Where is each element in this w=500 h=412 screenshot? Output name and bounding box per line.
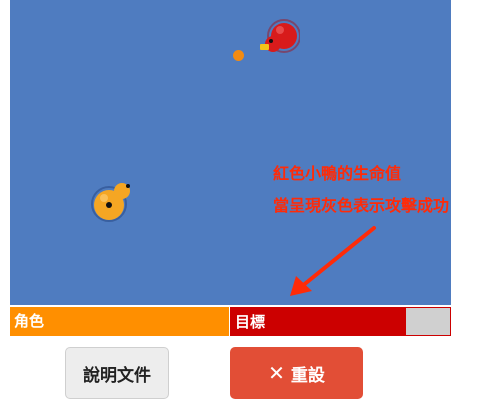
player-health-bar: 角色 <box>10 307 229 336</box>
annotation-line-2: 當呈現灰色表示攻擊成功 <box>273 196 450 215</box>
target-health-label: 目標 <box>235 313 266 331</box>
documentation-button[interactable]: 說明文件 <box>65 347 169 399</box>
annotation-text: 紅色小鴨的生命值 當呈現灰色表示攻擊成功 <box>273 158 449 222</box>
close-icon: ✕ <box>268 361 285 385</box>
reset-button[interactable]: ✕ 重設 <box>230 347 363 399</box>
reset-button-label: 重設 <box>290 365 325 386</box>
documentation-button-label: 說明文件 <box>83 365 151 386</box>
player-health-label: 角色 <box>14 312 45 330</box>
projectile <box>233 50 244 61</box>
player-duck-icon[interactable] <box>91 181 135 223</box>
annotation-line-1: 紅色小鴨的生命值 <box>273 164 402 183</box>
game-field[interactable] <box>10 0 451 305</box>
target-duck-icon[interactable] <box>260 18 300 56</box>
target-health-bar: 目標 <box>230 307 451 336</box>
